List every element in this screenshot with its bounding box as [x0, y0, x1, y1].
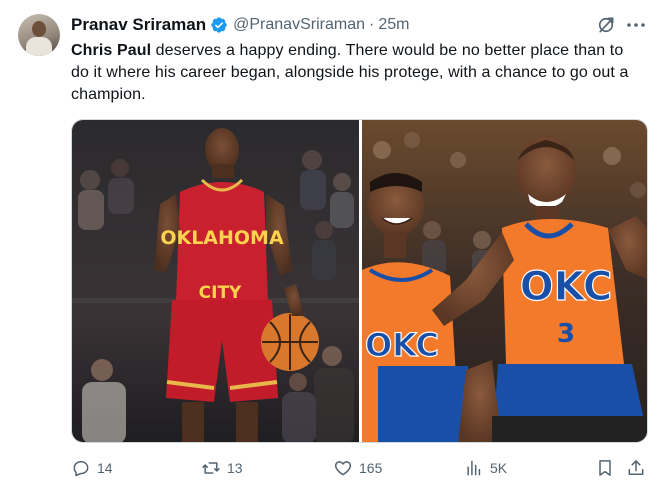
like-count: 165	[359, 460, 383, 476]
left-jersey-text: OKLAHOMA	[160, 227, 284, 249]
views-icon	[467, 460, 481, 476]
separator-dot: ·	[368, 16, 375, 33]
media-grid[interactable]: OKLAHOMA CITY OKC OKC 3	[71, 119, 648, 443]
repost-button[interactable]: 13	[201, 456, 243, 480]
right-jersey-text: OKC	[520, 264, 613, 310]
share-button[interactable]	[626, 456, 646, 480]
tweet-body: deserves a happy ending. There would be …	[71, 42, 629, 103]
media-photo-left[interactable]: OKLAHOMA CITY	[72, 120, 359, 442]
tweet-header: Pranav Sriraman @PranavSriraman · 25m	[71, 14, 409, 36]
repost-count: 13	[227, 460, 243, 476]
photo-right-art: OKC OKC 3	[362, 120, 647, 442]
reply-icon	[73, 461, 89, 477]
author-handle[interactable]: @PranavSriraman	[233, 16, 365, 34]
like-icon	[334, 461, 352, 476]
reply-count: 14	[97, 460, 113, 476]
views-button[interactable]: 5K	[464, 456, 507, 480]
media-photo-right[interactable]: OKC OKC 3	[362, 120, 647, 442]
bookmark-button[interactable]	[595, 456, 615, 480]
reply-button[interactable]: 14	[71, 456, 113, 480]
bookmark-icon	[599, 460, 611, 476]
like-button[interactable]: 165	[333, 456, 382, 480]
author-name[interactable]: Pranav Sriraman	[71, 15, 206, 35]
repost-icon	[202, 462, 220, 474]
photo-left-art: OKLAHOMA CITY	[72, 120, 359, 442]
action-bar: 14 13 165 5K	[71, 456, 646, 480]
right-jersey-number: 3	[557, 319, 575, 349]
grok-icon[interactable]	[596, 15, 616, 35]
avatar[interactable]	[18, 14, 60, 56]
views-count: 5K	[490, 460, 508, 476]
share-icon	[628, 460, 644, 475]
tweet-mention[interactable]: Chris Paul	[71, 42, 151, 59]
more-icon[interactable]	[626, 17, 646, 33]
avatar-body	[26, 37, 52, 56]
avatar-head	[32, 21, 46, 37]
post-time[interactable]: 25m	[378, 16, 409, 34]
small-jersey-text: OKC	[365, 326, 439, 364]
verified-badge-icon	[211, 17, 227, 33]
tweet-text: Chris Paul deserves a happy ending. Ther…	[71, 40, 641, 106]
